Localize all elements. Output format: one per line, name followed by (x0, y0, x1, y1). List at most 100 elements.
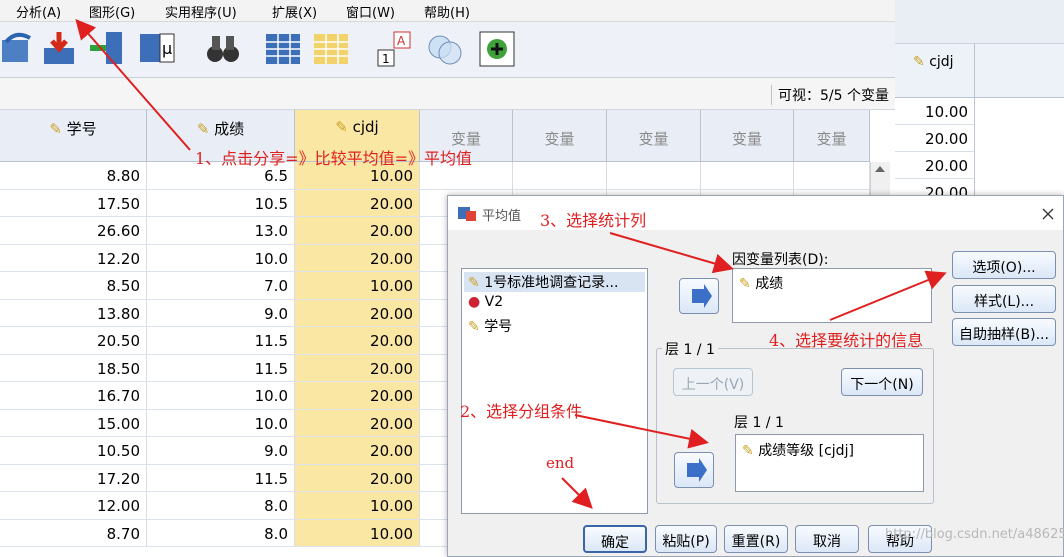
bg-column-header-cjdj[interactable]: ✎ cjdj (895, 44, 975, 98)
cell-empty[interactable] (701, 162, 794, 190)
move-to-dependent-button[interactable] (679, 278, 719, 314)
insert-variable-icon[interactable] (88, 30, 126, 68)
cell-xuehao[interactable]: 17.20 (0, 464, 147, 492)
menu-extensions[interactable]: 扩展(X) (272, 2, 317, 21)
value-labels-icon[interactable]: A1 (376, 30, 414, 68)
insert-cases-icon[interactable] (40, 30, 78, 68)
right-arrow-icon (687, 458, 707, 482)
cell-xuehao[interactable]: 13.80 (0, 299, 147, 327)
column-header-var[interactable]: 变量 (607, 110, 701, 162)
menu-bar: 分析(A) 图形(G) 实用程序(U) 扩展(X) 窗口(W) 帮助(H) (0, 0, 895, 22)
bg-cell[interactable]: 10.00 (895, 98, 975, 125)
cell-cjdj[interactable]: 20.00 (295, 299, 420, 327)
paste-button[interactable]: 粘贴(P) (655, 525, 717, 553)
cell-xuehao[interactable]: 12.20 (0, 244, 147, 272)
next-layer-button[interactable]: 下一个(N) (841, 368, 923, 396)
cell-chengji[interactable]: 9.0 (147, 437, 295, 465)
reset-button[interactable]: 重置(R) (724, 525, 788, 553)
cell-cjdj[interactable]: 10.00 (295, 272, 420, 300)
cell-chengji[interactable]: 8.0 (147, 519, 295, 547)
cell-empty[interactable] (794, 162, 870, 190)
options-button[interactable]: 选项(O)... (952, 251, 1056, 279)
menu-graphs[interactable]: 图形(G) (89, 2, 135, 21)
cell-cjdj[interactable]: 20.00 (295, 382, 420, 410)
cell-xuehao[interactable]: 16.70 (0, 382, 147, 410)
cell-xuehao[interactable]: 8.70 (0, 519, 147, 547)
bg-cell[interactable]: 20.00 (895, 125, 975, 152)
cell-chengji[interactable]: 13.0 (147, 217, 295, 245)
svg-text:A: A (397, 34, 406, 48)
cell-chengji[interactable]: 8.0 (147, 492, 295, 520)
annotation-end: end (546, 454, 575, 472)
move-to-layer-button[interactable] (674, 452, 714, 488)
add-on-icon[interactable] (478, 30, 516, 68)
layer-list[interactable]: ✎ 成绩等级 [cjdj] (735, 434, 924, 492)
grid-table-icon[interactable] (264, 30, 302, 68)
cell-chengji[interactable]: 7.0 (147, 272, 295, 300)
column-header-xuehao[interactable]: ✎ 学号 (0, 110, 147, 162)
cell-cjdj[interactable]: 10.00 (295, 492, 420, 520)
source-item[interactable]: ● V2 (468, 294, 503, 310)
cell-xuehao[interactable]: 15.00 (0, 409, 147, 437)
visible-variables-bar: 可视：5/5 个变量 (0, 78, 895, 110)
binoculars-icon[interactable] (204, 30, 242, 68)
menu-help[interactable]: 帮助(H) (424, 2, 470, 21)
style-button[interactable]: 样式(L)... (952, 285, 1056, 313)
cell-cjdj[interactable]: 20.00 (295, 327, 420, 355)
background-toolbar (895, 0, 1064, 44)
cell-xuehao[interactable]: 18.50 (0, 354, 147, 382)
cell-chengji[interactable]: 10.0 (147, 382, 295, 410)
cell-xuehao[interactable]: 17.50 (0, 189, 147, 217)
cell-chengji[interactable]: 10.0 (147, 244, 295, 272)
layer-item[interactable]: ✎ 成绩等级 [cjdj] (742, 440, 854, 460)
source-variable-list[interactable]: ✎ 1号标准地调查记录... ● V2 ✎ 学号 (461, 268, 648, 514)
cell-xuehao[interactable]: 8.50 (0, 272, 147, 300)
source-item[interactable]: ✎ 1号标准地调查记录... (464, 272, 645, 292)
layer-label: 层 1 / 1 (734, 415, 784, 431)
cell-chengji[interactable]: 11.5 (147, 464, 295, 492)
select-cases-icon[interactable] (312, 30, 350, 68)
cell-chengji[interactable]: 10.0 (147, 409, 295, 437)
close-icon[interactable] (1041, 207, 1055, 221)
cell-cjdj[interactable]: 20.00 (295, 354, 420, 382)
column-header-var[interactable]: 变量 (513, 110, 607, 162)
dependent-item[interactable]: ✎ 成绩 (739, 273, 783, 293)
cell-xuehao[interactable]: 26.60 (0, 217, 147, 245)
cell-xuehao[interactable]: 8.80 (0, 162, 147, 190)
bg-cell[interactable]: 20.00 (895, 152, 975, 179)
menu-analyze[interactable]: 分析(A) (16, 2, 61, 21)
cell-cjdj[interactable]: 20.00 (295, 189, 420, 217)
cell-chengji[interactable]: 11.5 (147, 354, 295, 382)
cell-empty[interactable] (607, 162, 701, 190)
cell-cjdj[interactable]: 10.00 (295, 519, 420, 547)
cell-cjdj[interactable]: 20.00 (295, 464, 420, 492)
cell-cjdj[interactable]: 20.00 (295, 437, 420, 465)
source-item[interactable]: ✎ 学号 (468, 316, 512, 336)
annotation-step-2: 2、选择分组条件 (460, 402, 583, 421)
menu-utilities[interactable]: 实用程序(U) (165, 2, 237, 21)
bootstrap-button[interactable]: 自助抽样(B)... (952, 318, 1056, 346)
ok-button[interactable]: 确定 (583, 525, 647, 553)
menu-window[interactable]: 窗口(W) (346, 2, 395, 21)
cell-cjdj[interactable]: 20.00 (295, 409, 420, 437)
column-header-var[interactable]: 变量 (701, 110, 794, 162)
cancel-button[interactable]: 取消 (795, 525, 859, 553)
scroll-up-icon[interactable] (871, 162, 889, 176)
cell-xuehao[interactable]: 12.00 (0, 492, 147, 520)
cell-chengji[interactable]: 9.0 (147, 299, 295, 327)
dependent-list[interactable]: ✎ 成绩 (732, 268, 932, 323)
sets-icon[interactable] (426, 30, 464, 68)
open-data-icon[interactable] (0, 30, 38, 68)
cell-xuehao[interactable]: 20.50 (0, 327, 147, 355)
cell-xuehao[interactable]: 10.50 (0, 437, 147, 465)
cell-chengji[interactable]: 10.5 (147, 189, 295, 217)
cell-cjdj[interactable]: 20.00 (295, 217, 420, 245)
dependent-list-label: 因变量列表(D): (732, 252, 829, 268)
previous-layer-button[interactable]: 上一个(V) (673, 368, 753, 396)
cell-cjdj[interactable]: 20.00 (295, 244, 420, 272)
cell-chengji[interactable]: 11.5 (147, 327, 295, 355)
column-header-var[interactable]: 变量 (794, 110, 870, 162)
split-file-icon[interactable]: μ (138, 30, 176, 68)
cell-empty[interactable] (513, 162, 607, 190)
nominal-icon: ● (468, 294, 481, 310)
